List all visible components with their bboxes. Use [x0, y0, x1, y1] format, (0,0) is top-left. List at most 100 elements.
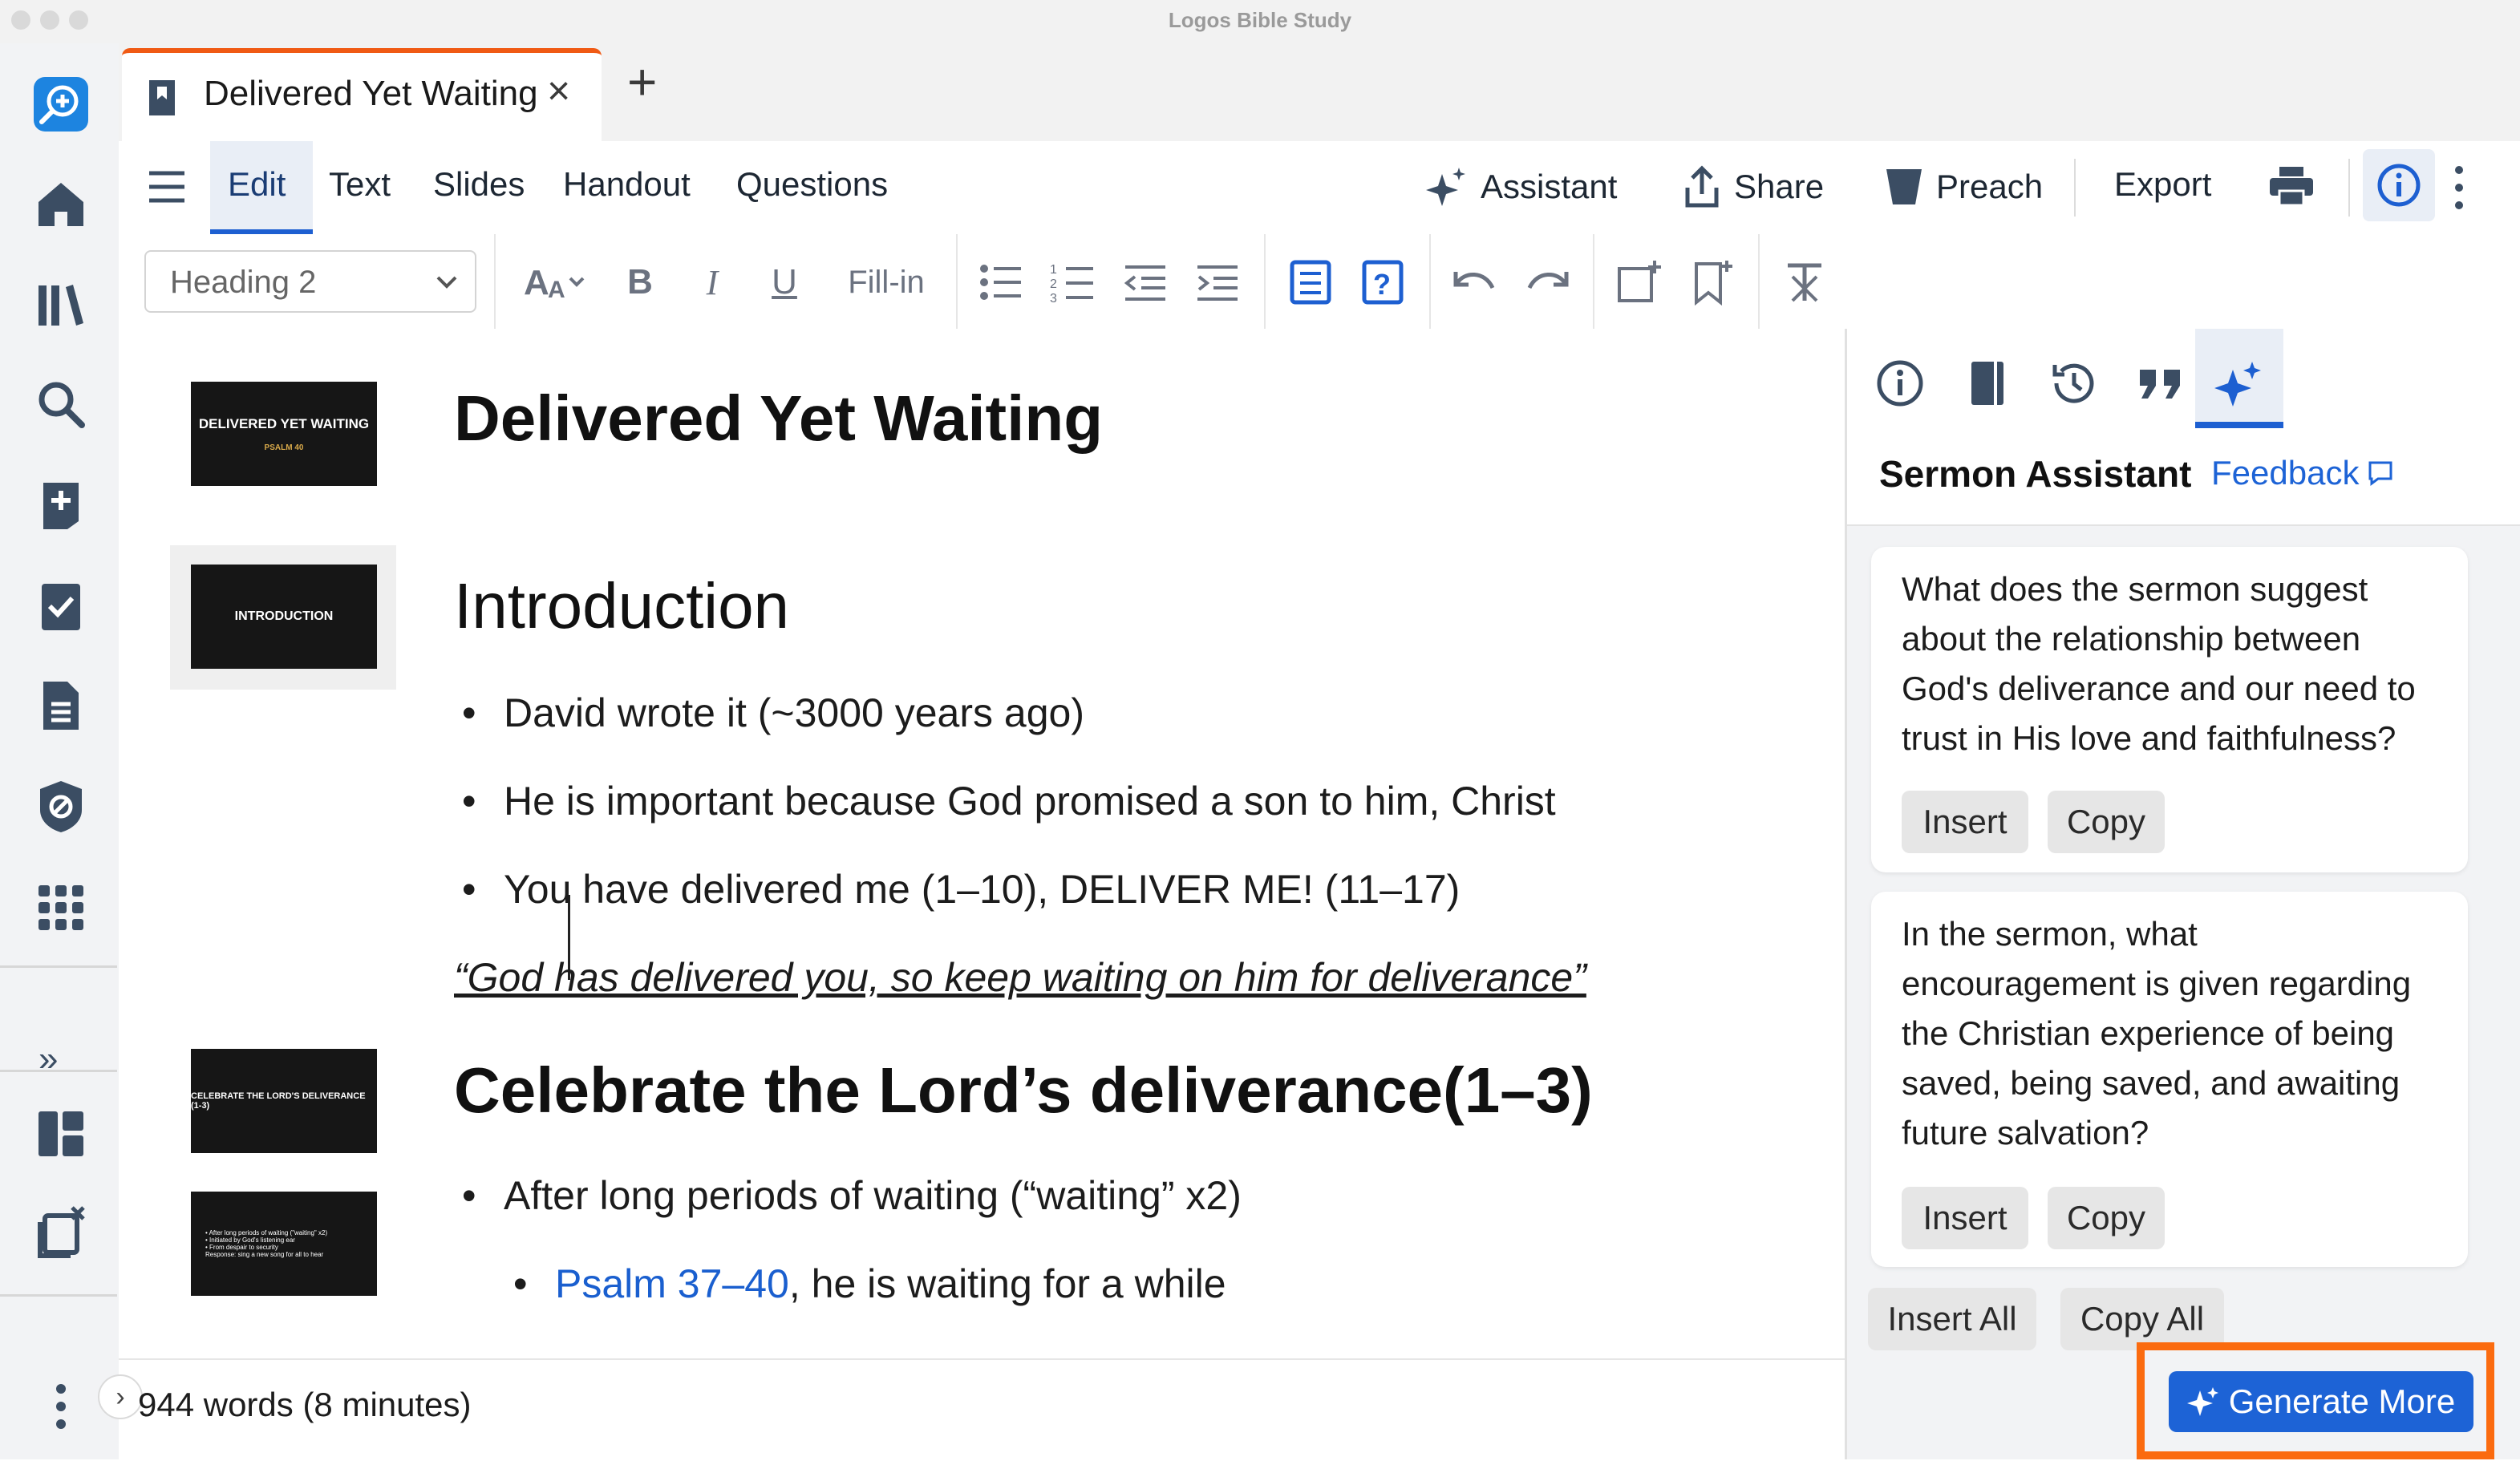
hamburger-menu-icon[interactable]: [148, 170, 186, 208]
slide-thumbnail[interactable]: DELIVERED YET WAITING PSALM 40: [191, 382, 377, 486]
preach-button[interactable]: Preach: [1885, 159, 2043, 215]
scripture-reference-link[interactable]: Psalm 37–40: [555, 1261, 789, 1306]
list-item: After long periods of waiting (“waiting”…: [462, 1172, 1242, 1219]
list-item: Psalm 37–40, he is waiting for a while: [513, 1261, 1226, 1307]
close-panels-icon[interactable]: [29, 1200, 93, 1264]
toolbar-divider: [494, 234, 496, 329]
tab-slides[interactable]: Slides: [433, 165, 525, 204]
notebook-icon[interactable]: [1955, 351, 2019, 415]
info-icon: [2377, 164, 2421, 207]
status-bar: › 944 words (8 minutes): [98, 1358, 1845, 1461]
copy-button[interactable]: Copy: [2048, 1187, 2165, 1249]
assistant-button[interactable]: Assistant: [1426, 159, 1617, 215]
rail-divider: [0, 965, 117, 968]
underline-button[interactable]: U: [760, 258, 808, 306]
clear-formatting-icon[interactable]: [1781, 258, 1829, 306]
toolbar-divider: [1593, 234, 1594, 329]
library-icon[interactable]: [29, 273, 93, 337]
menu-bar: Edit Text Slides Handout Questions Assis…: [119, 141, 2520, 236]
bold-button[interactable]: B: [616, 258, 664, 306]
sparkle-icon: [2186, 1387, 2218, 1416]
question-text: What does the sermon suggest about the r…: [1902, 570, 2416, 757]
menu-divider: [2348, 159, 2350, 217]
atlas-icon[interactable]: [29, 775, 93, 839]
document-icon[interactable]: [29, 674, 93, 738]
export-button[interactable]: Export: [2114, 165, 2211, 204]
quote-icon[interactable]: [2128, 351, 2192, 415]
sermon-editor[interactable]: DELIVERED YET WAITING PSALM 40 Delivered…: [119, 329, 1845, 1358]
info-button[interactable]: [2363, 149, 2435, 221]
fill-in-button[interactable]: Fill-in: [834, 258, 938, 306]
insert-button[interactable]: Insert: [1902, 1187, 2028, 1249]
redo-icon[interactable]: [1524, 258, 1572, 306]
outdent-icon[interactable]: [1121, 258, 1169, 306]
question-card: What does the sermon suggest about the r…: [1871, 547, 2468, 872]
slide-thumbnail[interactable]: CELEBRATE THE LORD'S DELIVERANCE (1-3): [191, 1049, 377, 1153]
tab-text[interactable]: Text: [329, 165, 391, 204]
insert-button[interactable]: Insert: [1902, 791, 2028, 853]
insert-all-button[interactable]: Insert All: [1868, 1288, 2036, 1350]
bulleted-list-icon[interactable]: [977, 258, 1025, 306]
svg-text:A: A: [548, 277, 565, 303]
numbered-list-icon[interactable]: 123: [1049, 258, 1097, 306]
svg-text:3: 3: [1050, 292, 1057, 306]
toolbar-divider: [1758, 234, 1760, 329]
history-icon[interactable]: [2041, 351, 2105, 415]
close-tab-icon[interactable]: ×: [547, 67, 570, 114]
rail-divider: [0, 1294, 117, 1297]
question-block-icon[interactable]: ?: [1359, 258, 1407, 306]
search-icon[interactable]: [29, 372, 93, 436]
svg-text:2: 2: [1050, 277, 1057, 291]
tab-questions[interactable]: Questions: [736, 165, 888, 204]
toolbar-divider: [1264, 234, 1266, 329]
insert-slide-icon[interactable]: [1615, 258, 1663, 306]
font-size-icon[interactable]: AA: [520, 258, 600, 306]
document-tab[interactable]: Delivered Yet Waiting ×: [122, 48, 602, 146]
document-title: Delivered Yet Waiting: [454, 382, 1104, 454]
sparkle-icon[interactable]: [2206, 351, 2271, 415]
panel-title: Sermon Assistant: [1879, 453, 2192, 495]
document-tab-title: Delivered Yet Waiting: [204, 74, 538, 113]
svg-text:A: A: [524, 263, 549, 302]
copy-all-button[interactable]: Copy All: [2060, 1288, 2224, 1350]
logos-icon[interactable]: [29, 72, 93, 136]
slide-thumbnail[interactable]: INTRODUCTION: [191, 565, 377, 669]
generate-more-button[interactable]: Generate More: [2169, 1371, 2473, 1432]
italic-button[interactable]: I: [688, 258, 736, 306]
more-icon[interactable]: [29, 1374, 93, 1439]
tab-edit[interactable]: Edit: [210, 141, 313, 234]
slide-layout-icon[interactable]: [1286, 258, 1335, 306]
expand-rail-button[interactable]: »: [38, 1039, 58, 1079]
home-icon[interactable]: [29, 172, 93, 236]
indent-icon[interactable]: [1193, 258, 1242, 306]
tab-handout[interactable]: Handout: [563, 165, 691, 204]
reading-plan-icon[interactable]: [29, 574, 93, 638]
window-title: Logos Bible Study: [1168, 8, 1352, 32]
copy-button[interactable]: Copy: [2048, 791, 2165, 853]
feedback-link[interactable]: Feedback: [2211, 454, 2394, 492]
panel-tab-bar: [1847, 329, 2520, 428]
format-toolbar: Heading 2 AA B I U Fill-in 123 ?: [119, 234, 2520, 330]
question-text: In the sermon, what encouragement is giv…: [1902, 915, 2412, 1151]
list-item: You have delivered me (1–10), DELIVER ME…: [462, 866, 1460, 913]
undo-icon[interactable]: [1450, 258, 1498, 306]
print-icon[interactable]: [2268, 165, 2315, 211]
share-button[interactable]: Share: [1683, 159, 1824, 215]
left-rail: »: [0, 43, 120, 1459]
toolbar-divider: [1429, 234, 1431, 329]
add-bookmark-icon[interactable]: [1687, 258, 1736, 306]
add-note-icon[interactable]: [29, 473, 93, 537]
panel-header: Sermon Assistant Feedback: [1847, 428, 2520, 526]
question-card: In the sermon, what encouragement is giv…: [1871, 892, 2468, 1267]
svg-text:1: 1: [1050, 263, 1057, 277]
more-options-icon[interactable]: [2454, 165, 2464, 214]
info-icon[interactable]: [1868, 351, 1932, 415]
paragraph-style-select[interactable]: Heading 2: [144, 250, 476, 313]
title-bar: Logos Bible Study: [0, 0, 2520, 43]
new-tab-button[interactable]: +: [627, 56, 657, 107]
layouts-icon[interactable]: [29, 1102, 93, 1166]
sermon-assistant-panel: Sermon Assistant Feedback What does the …: [1845, 329, 2520, 1459]
slide-thumbnail[interactable]: • After long periods of waiting ("waitin…: [191, 1192, 377, 1296]
apps-grid-icon[interactable]: [29, 876, 93, 940]
collapse-toggle-button[interactable]: ›: [98, 1374, 143, 1419]
